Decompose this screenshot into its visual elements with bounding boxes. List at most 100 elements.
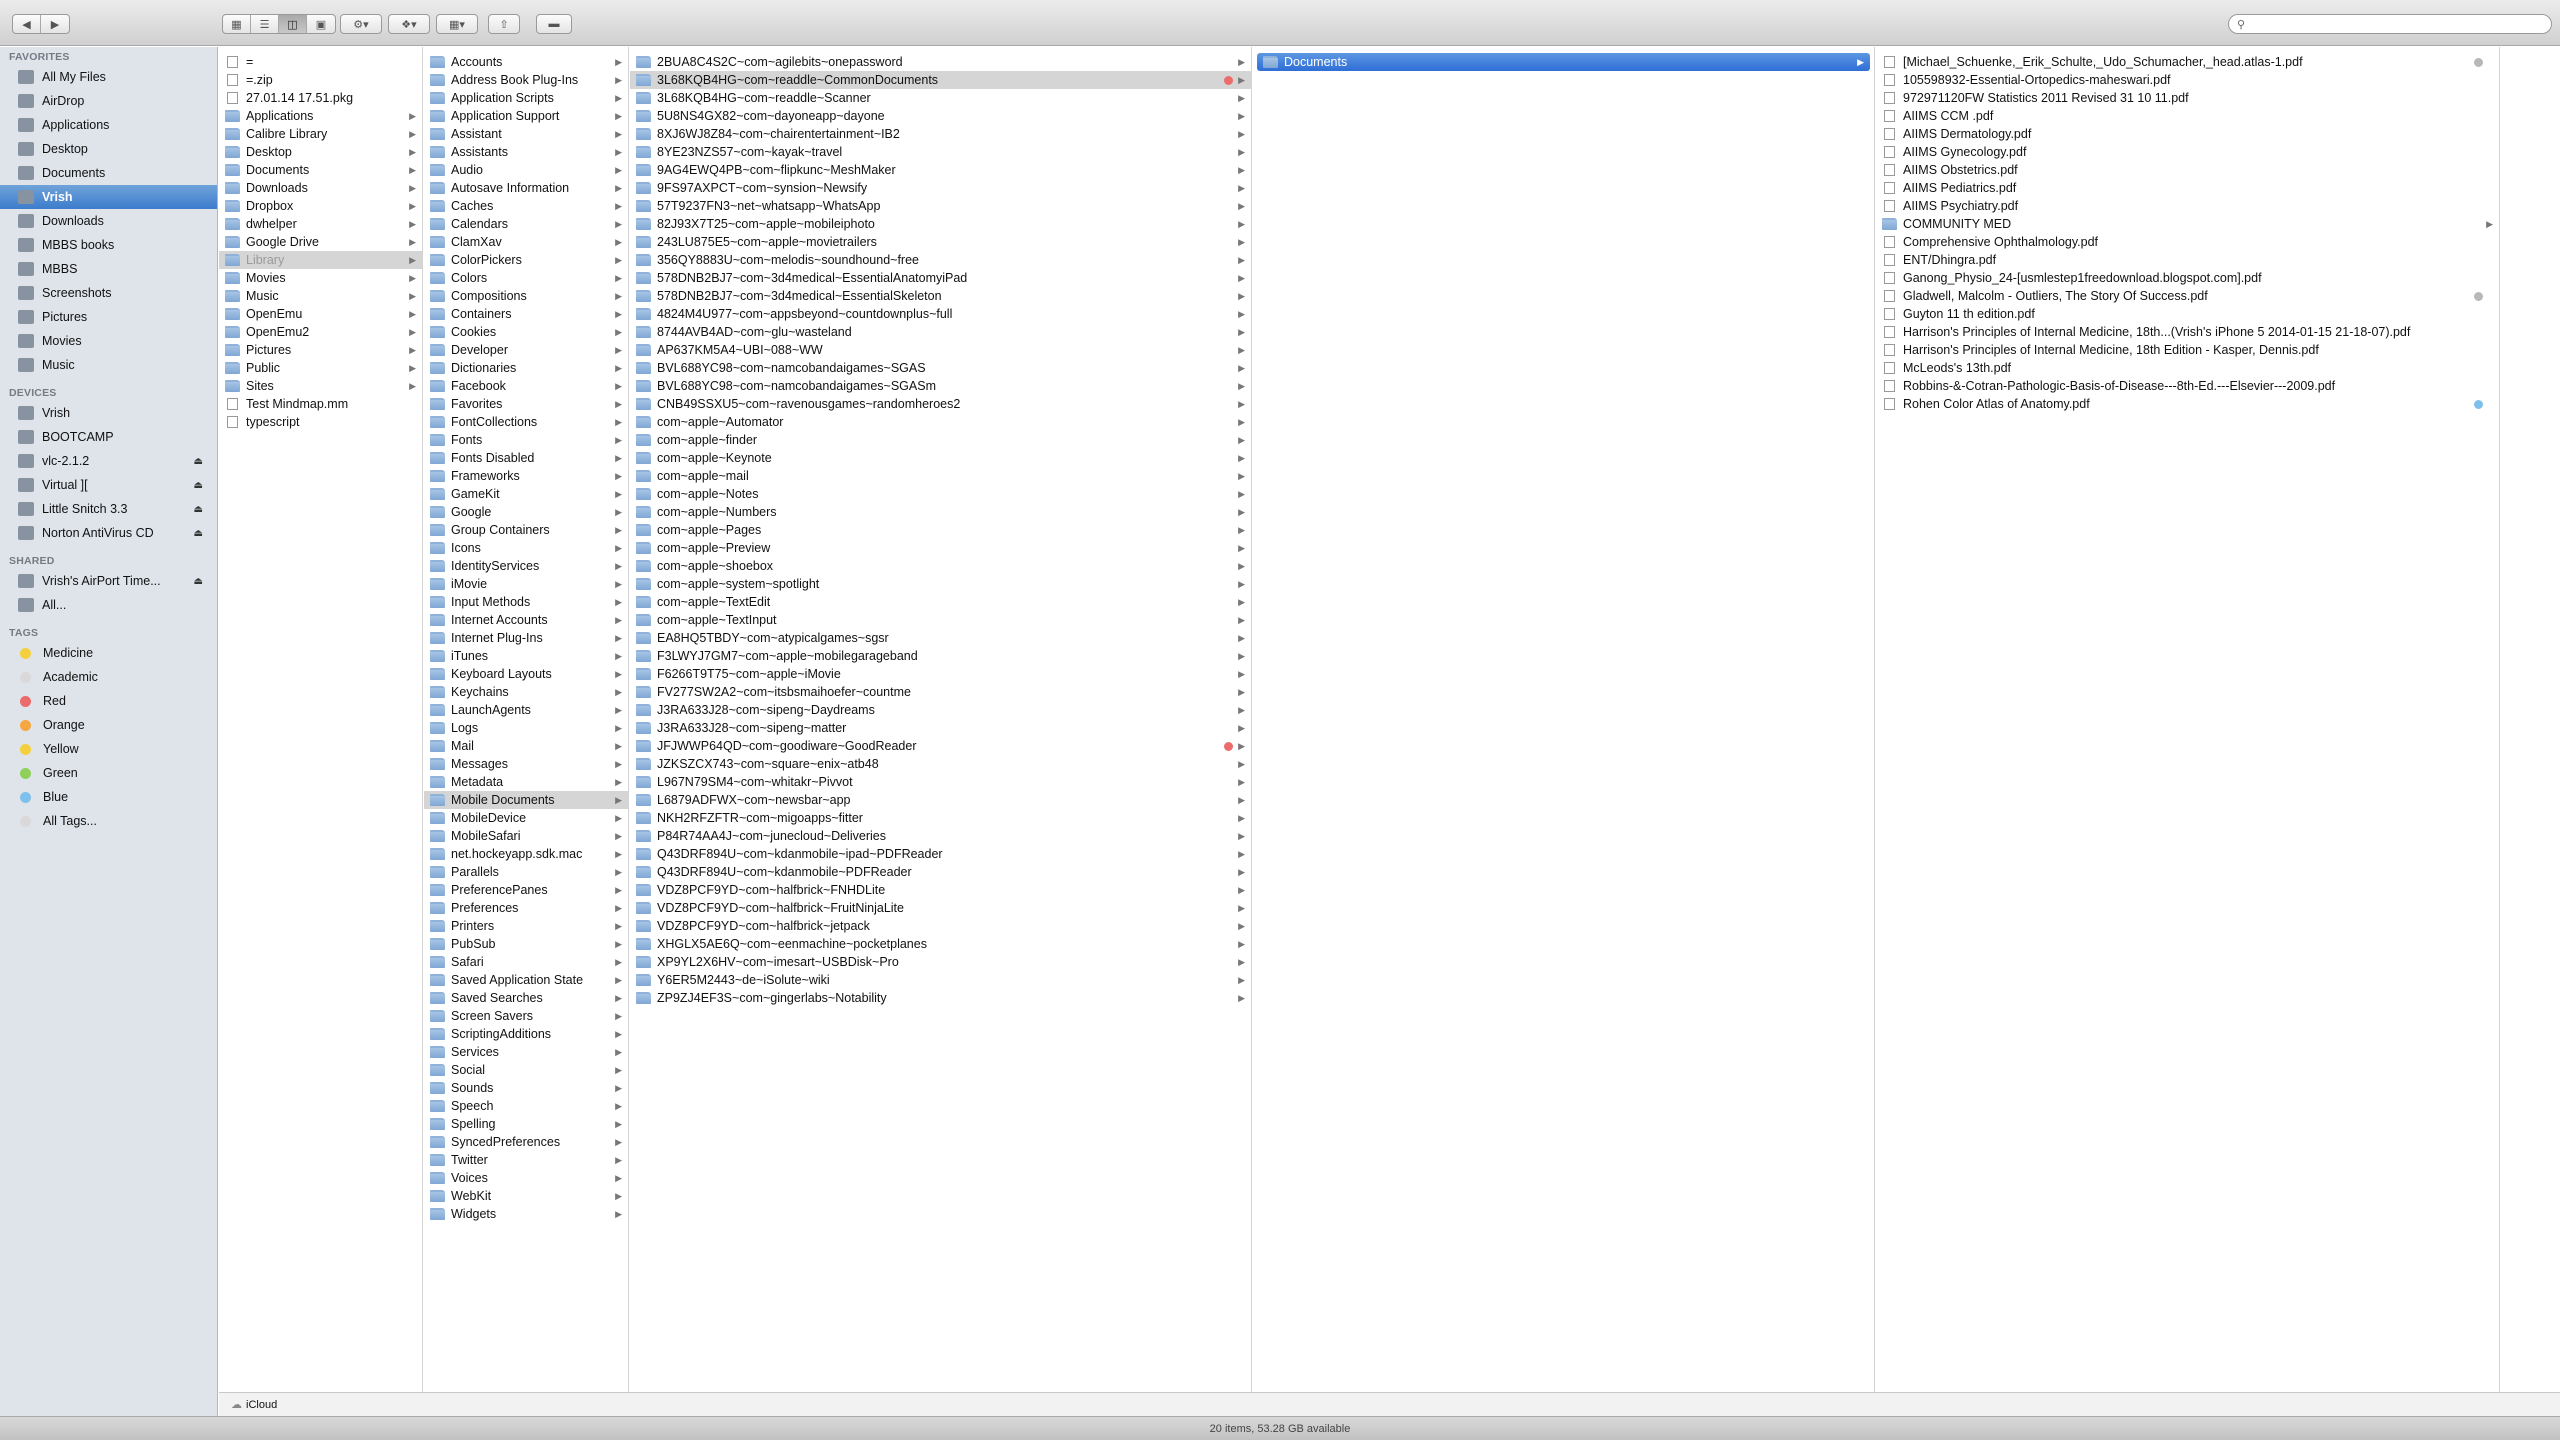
- file-row[interactable]: [Michael_Schuenke,_Erik_Schulte,_Udo_Sch…: [1876, 53, 2499, 71]
- file-row[interactable]: 27.01.14 17.51.pkg: [219, 89, 422, 107]
- folder-row[interactable]: Documents ▶: [1257, 53, 1870, 71]
- folder-row[interactable]: 9FS97AXPCT~com~synsion~Newsify ▶: [630, 179, 1251, 197]
- folder-row[interactable]: J3RA633J28~com~sipeng~Daydreams ▶: [630, 701, 1251, 719]
- folder-row[interactable]: 82J93X7T25~com~apple~mobileiphoto ▶: [630, 215, 1251, 233]
- folder-row[interactable]: L6879ADFWX~com~newsbar~app ▶: [630, 791, 1251, 809]
- folder-row[interactable]: Printers ▶: [424, 917, 628, 935]
- dropbox-icon[interactable]: ❖▾: [388, 14, 430, 34]
- folder-row[interactable]: Facebook ▶: [424, 377, 628, 395]
- sidebar-item-movies[interactable]: Movies: [0, 329, 217, 353]
- folder-row[interactable]: VDZ8PCF9YD~com~halfbrick~FruitNinjaLite ▶: [630, 899, 1251, 917]
- folder-row[interactable]: Compositions ▶: [424, 287, 628, 305]
- folder-row[interactable]: Developer ▶: [424, 341, 628, 359]
- folder-row[interactable]: NKH2RFZFTR~com~migoapps~fitter ▶: [630, 809, 1251, 827]
- folder-row[interactable]: Mobile Documents ▶: [424, 791, 628, 809]
- file-row[interactable]: =: [219, 53, 422, 71]
- folder-row[interactable]: Services ▶: [424, 1043, 628, 1061]
- sidebar-item-documents[interactable]: Documents: [0, 161, 217, 185]
- sidebar-item-all-my-files[interactable]: All My Files: [0, 65, 217, 89]
- file-row[interactable]: AIIMS Obstetrics.pdf: [1876, 161, 2499, 179]
- folder-row[interactable]: L967N79SM4~com~whitakr~Pivvot ▶: [630, 773, 1251, 791]
- folder-row[interactable]: iTunes ▶: [424, 647, 628, 665]
- folder-row[interactable]: IdentityServices ▶: [424, 557, 628, 575]
- column-view-icon[interactable]: ◫: [279, 15, 307, 33]
- path-item-icloud[interactable]: iCloud: [246, 1399, 277, 1411]
- folder-row[interactable]: Keychains ▶: [424, 683, 628, 701]
- folder-row[interactable]: WebKit ▶: [424, 1187, 628, 1205]
- folder-row[interactable]: SyncedPreferences ▶: [424, 1133, 628, 1151]
- file-row[interactable]: Ganong_Physio_24-[usmlestep1freedownload…: [1876, 269, 2499, 287]
- folder-row[interactable]: Google ▶: [424, 503, 628, 521]
- folder-row[interactable]: OpenEmu2 ▶: [219, 323, 422, 341]
- folder-row[interactable]: BVL688YC98~com~namcobandaigames~SGAS ▶: [630, 359, 1251, 377]
- folder-row[interactable]: 243LU875E5~com~apple~movietrailers ▶: [630, 233, 1251, 251]
- file-row[interactable]: Harrison's Principles of Internal Medici…: [1876, 323, 2499, 341]
- file-row[interactable]: Guyton 11 th edition.pdf: [1876, 305, 2499, 323]
- folder-row[interactable]: Saved Application State ▶: [424, 971, 628, 989]
- folder-row[interactable]: Colors ▶: [424, 269, 628, 287]
- file-row[interactable]: Rohen Color Atlas of Anatomy.pdf: [1876, 395, 2499, 413]
- folder-row[interactable]: ScriptingAdditions ▶: [424, 1025, 628, 1043]
- sidebar-tag-academic[interactable]: Academic: [0, 665, 217, 689]
- file-row[interactable]: typescript: [219, 413, 422, 431]
- folder-row[interactable]: Input Methods ▶: [424, 593, 628, 611]
- folder-row[interactable]: 8744AVB4AD~com~glu~wasteland ▶: [630, 323, 1251, 341]
- folder-row[interactable]: FV277SW2A2~com~itsbsmaihoefer~countme ▶: [630, 683, 1251, 701]
- folder-row[interactable]: Group Containers ▶: [424, 521, 628, 539]
- folder-row[interactable]: dwhelper ▶: [219, 215, 422, 233]
- sidebar-shared-vrish-s-airport-time[interactable]: Vrish's AirPort Time... ⏏: [0, 569, 217, 593]
- folder-row[interactable]: Fonts ▶: [424, 431, 628, 449]
- file-row[interactable]: AIIMS Dermatology.pdf: [1876, 125, 2499, 143]
- search-field[interactable]: ⚲: [2228, 14, 2552, 34]
- folder-row[interactable]: 3L68KQB4HG~com~readdle~CommonDocuments ▶: [630, 71, 1251, 89]
- folder-row[interactable]: JZKSZCX743~com~square~enix~atb48 ▶: [630, 755, 1251, 773]
- folder-row[interactable]: 5U8NS4GX82~com~dayoneapp~dayone ▶: [630, 107, 1251, 125]
- gear-icon[interactable]: ⚙▾: [340, 14, 382, 34]
- eject-icon[interactable]: ⏏: [194, 504, 203, 515]
- folder-row[interactable]: ColorPickers ▶: [424, 251, 628, 269]
- folder-row[interactable]: Application Support ▶: [424, 107, 628, 125]
- folder-row[interactable]: com~apple~mail ▶: [630, 467, 1251, 485]
- folder-row[interactable]: Sounds ▶: [424, 1079, 628, 1097]
- file-row[interactable]: Gladwell, Malcolm - Outliers, The Story …: [1876, 287, 2499, 305]
- folder-row[interactable]: OpenEmu ▶: [219, 305, 422, 323]
- folder-row[interactable]: Frameworks ▶: [424, 467, 628, 485]
- folder-row[interactable]: Autosave Information ▶: [424, 179, 628, 197]
- folder-row[interactable]: com~apple~TextInput ▶: [630, 611, 1251, 629]
- folder-row[interactable]: MobileDevice ▶: [424, 809, 628, 827]
- sidebar-item-mbbs[interactable]: MBBS: [0, 257, 217, 281]
- folder-row[interactable]: ZP9ZJ4EF3S~com~gingerlabs~Notability ▶: [630, 989, 1251, 1007]
- folder-row[interactable]: Fonts Disabled ▶: [424, 449, 628, 467]
- folder-row[interactable]: F6266T9T75~com~apple~iMovie ▶: [630, 665, 1251, 683]
- folder-row[interactable]: Internet Accounts ▶: [424, 611, 628, 629]
- file-row[interactable]: AIIMS CCM .pdf: [1876, 107, 2499, 125]
- folder-row[interactable]: Accounts ▶: [424, 53, 628, 71]
- folder-row[interactable]: Assistant ▶: [424, 125, 628, 143]
- folder-row[interactable]: GameKit ▶: [424, 485, 628, 503]
- folder-row[interactable]: 4824M4U977~com~appsbeyond~countdownplus~…: [630, 305, 1251, 323]
- file-row[interactable]: Test Mindmap.mm: [219, 395, 422, 413]
- folder-row[interactable]: 578DNB2BJ7~com~3d4medical~EssentialAnato…: [630, 269, 1251, 287]
- eject-icon[interactable]: ⏏: [194, 456, 203, 467]
- folder-row[interactable]: Voices ▶: [424, 1169, 628, 1187]
- folder-row[interactable]: Documents ▶: [219, 161, 422, 179]
- folder-row[interactable]: Desktop ▶: [219, 143, 422, 161]
- coverflow-view-icon[interactable]: ▣: [307, 15, 335, 33]
- chevron-right-icon[interactable]: ▶: [41, 15, 69, 33]
- folder-row[interactable]: Music ▶: [219, 287, 422, 305]
- folder-row[interactable]: Q43DRF894U~com~kdanmobile~ipad~PDFReader…: [630, 845, 1251, 863]
- folder-row[interactable]: Assistants ▶: [424, 143, 628, 161]
- folder-row[interactable]: 2BUA8C4S2C~com~agilebits~onepassword ▶: [630, 53, 1251, 71]
- folder-row[interactable]: Cookies ▶: [424, 323, 628, 341]
- sidebar-device-little-snitch-3-3[interactable]: Little Snitch 3.3 ⏏: [0, 497, 217, 521]
- folder-row[interactable]: Screen Savers ▶: [424, 1007, 628, 1025]
- folder-row[interactable]: Applications ▶: [219, 107, 422, 125]
- folder-row[interactable]: Keyboard Layouts ▶: [424, 665, 628, 683]
- sidebar-tag-orange[interactable]: Orange: [0, 713, 217, 737]
- folder-row[interactable]: ClamXav ▶: [424, 233, 628, 251]
- folder-row[interactable]: Safari ▶: [424, 953, 628, 971]
- folder-row[interactable]: Library ▶: [219, 251, 422, 269]
- folder-row[interactable]: 578DNB2BJ7~com~3d4medical~EssentialSkele…: [630, 287, 1251, 305]
- folder-row[interactable]: 57T9237FN3~net~whatsapp~WhatsApp ▶: [630, 197, 1251, 215]
- sidebar-device-vlc-2-1-2[interactable]: vlc-2.1.2 ⏏: [0, 449, 217, 473]
